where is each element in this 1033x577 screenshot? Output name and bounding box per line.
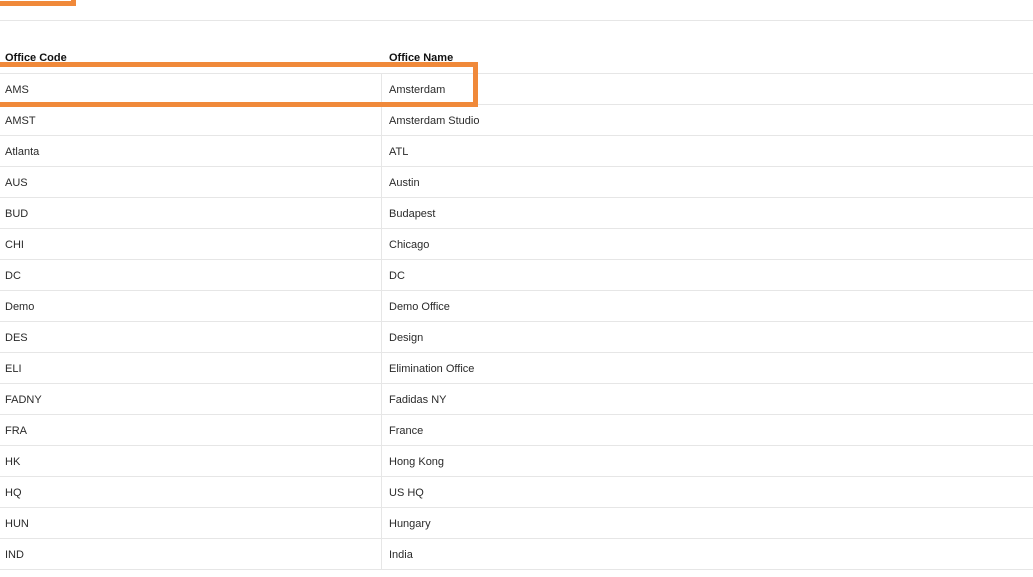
- column-header-office-name[interactable]: Office Name: [389, 52, 453, 64]
- table-header-row: Office Code Office Name: [0, 43, 1033, 74]
- office-code-cell: AMST: [5, 115, 36, 127]
- table-row[interactable]: Demo Demo Office: [0, 291, 1033, 322]
- office-code-cell: HUN: [5, 518, 29, 530]
- office-list-page: Office Code Office Name AMS Amsterdam AM…: [0, 0, 1033, 577]
- table-row[interactable]: ELI Elimination Office: [0, 353, 1033, 384]
- office-code-cell: IND: [5, 549, 24, 561]
- table-row[interactable]: Atlanta ATL: [0, 136, 1033, 167]
- office-name-cell: US HQ: [389, 487, 424, 499]
- table-row[interactable]: DC DC: [0, 260, 1033, 291]
- office-code-cell: DC: [5, 270, 21, 282]
- table-row[interactable]: BUD Budapest: [0, 198, 1033, 229]
- office-code-cell: ELI: [5, 363, 22, 375]
- office-name-cell: DC: [389, 270, 405, 282]
- office-name-cell: Elimination Office: [389, 363, 475, 375]
- office-code-cell: Atlanta: [5, 146, 40, 158]
- office-name-cell: ATL: [389, 146, 409, 158]
- office-name-cell: Hungary: [389, 518, 431, 530]
- column-header-office-code[interactable]: Office Code: [5, 52, 67, 64]
- office-code-cell: FRA: [5, 425, 27, 437]
- table-row[interactable]: HK Hong Kong: [0, 446, 1033, 477]
- highlight-box-partial: [0, 0, 76, 6]
- office-code-cell: AMS: [5, 84, 29, 96]
- office-name-cell: France: [389, 425, 424, 437]
- table-row[interactable]: AMS Amsterdam: [0, 74, 1033, 105]
- table-row[interactable]: FADNY Fadidas NY: [0, 384, 1033, 415]
- office-name-cell: Hong Kong: [389, 456, 445, 468]
- office-name-cell: Budapest: [389, 208, 436, 220]
- office-code-cell: FADNY: [5, 394, 42, 406]
- office-name-cell: India: [389, 549, 413, 561]
- office-table: Office Code Office Name AMS Amsterdam AM…: [0, 43, 1033, 570]
- office-code-cell: HQ: [5, 487, 22, 499]
- office-code-cell: BUD: [5, 208, 29, 220]
- office-name-cell: Amsterdam: [389, 84, 446, 96]
- office-code-cell: AUS: [5, 177, 28, 189]
- office-code-cell: DES: [5, 332, 28, 344]
- table-row[interactable]: IND India: [0, 539, 1033, 570]
- office-name-cell: Design: [389, 332, 424, 344]
- office-code-cell: Demo: [5, 301, 35, 313]
- table-row[interactable]: HQ US HQ: [0, 477, 1033, 508]
- table-row[interactable]: AMST Amsterdam Studio: [0, 105, 1033, 136]
- top-divider: [0, 20, 1033, 21]
- office-name-cell: Amsterdam Studio: [389, 115, 480, 127]
- office-name-cell: Demo Office: [389, 301, 450, 313]
- table-row[interactable]: HUN Hungary: [0, 508, 1033, 539]
- table-row[interactable]: AUS Austin: [0, 167, 1033, 198]
- table-row[interactable]: DES Design: [0, 322, 1033, 353]
- office-name-cell: Chicago: [389, 239, 430, 251]
- table-row[interactable]: FRA France: [0, 415, 1033, 446]
- office-code-cell: HK: [5, 456, 21, 468]
- table-row[interactable]: CHI Chicago: [0, 229, 1033, 260]
- office-code-cell: CHI: [5, 239, 24, 251]
- office-name-cell: Fadidas NY: [389, 394, 447, 406]
- office-name-cell: Austin: [389, 177, 420, 189]
